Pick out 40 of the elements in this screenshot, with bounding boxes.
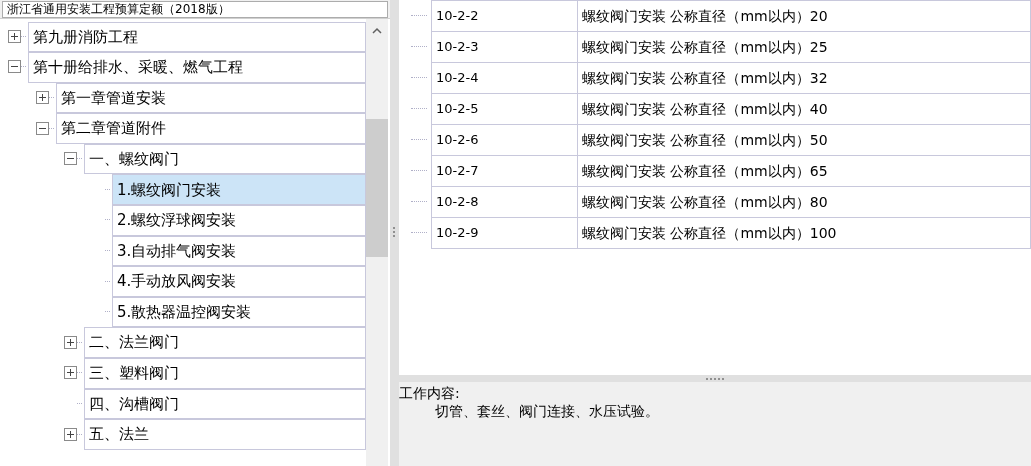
tree-item[interactable]: 2.螺纹浮球阀安装 xyxy=(112,205,366,236)
tree-item[interactable]: 第十册给排水、采暖、燃气工程 xyxy=(28,52,366,83)
catalog-dropdown[interactable]: 浙江省通用安装工程预算定额（2018版） xyxy=(2,0,388,18)
tree-item[interactable]: 三、塑料阀门 xyxy=(84,358,366,389)
grip-icon xyxy=(706,377,724,380)
table-cell: 10-2-8 xyxy=(431,186,578,218)
tree-item[interactable]: 四、沟槽阀门 xyxy=(84,388,366,420)
work-content-text: 切管、套丝、阀门连接、水压试验。 xyxy=(434,402,660,420)
expand-icon[interactable] xyxy=(64,335,77,349)
table-cell: 螺纹阀门安装 公称直径（mm以内）100 xyxy=(578,217,1031,249)
tree-item[interactable]: 第一章管道安装 xyxy=(56,82,366,114)
collapse-icon[interactable] xyxy=(8,60,21,74)
scrollbar-thumb[interactable] xyxy=(366,119,388,257)
tree-item[interactable]: 第二章管道附件 xyxy=(56,113,366,144)
tree-item[interactable]: 第九册消防工程 xyxy=(28,21,366,53)
expand-icon[interactable] xyxy=(36,91,49,104)
table-cell: 10-2-9 xyxy=(431,217,578,249)
tree-item[interactable]: 一、螺纹阀门 xyxy=(84,143,366,175)
grip-icon xyxy=(393,227,396,239)
table-cell: 10-2-4 xyxy=(431,62,578,94)
table-cell: 10-2-2 xyxy=(431,0,578,32)
table-cell: 螺纹阀门安装 公称直径（mm以内）20 xyxy=(578,0,1031,32)
tree-item[interactable]: 4.手动放风阀安装 xyxy=(112,266,366,297)
tree-item[interactable]: 5.散热器温控阀安装 xyxy=(112,296,366,328)
collapse-icon[interactable] xyxy=(36,121,49,135)
scroll-up-icon[interactable] xyxy=(372,27,382,35)
tree-item[interactable]: 3.自动排气阀安装 xyxy=(112,235,366,267)
table-cell: 10-2-7 xyxy=(431,155,578,187)
scrollbar[interactable] xyxy=(366,19,388,466)
expand-icon[interactable] xyxy=(64,366,77,380)
collapse-icon[interactable] xyxy=(64,152,77,166)
table-cell: 10-2-5 xyxy=(431,93,578,125)
table-cell: 10-2-3 xyxy=(431,31,578,63)
tree-item[interactable]: 五、法兰 xyxy=(84,419,366,450)
tree-item[interactable]: 二、法兰阀门 xyxy=(84,327,366,359)
work-content-heading: 工作内容: xyxy=(399,384,461,402)
table-cell: 10-2-6 xyxy=(431,124,578,156)
expand-icon[interactable] xyxy=(64,427,77,441)
expand-icon[interactable] xyxy=(8,29,21,43)
tree-item[interactable]: 1.螺纹阀门安装 xyxy=(112,174,366,206)
